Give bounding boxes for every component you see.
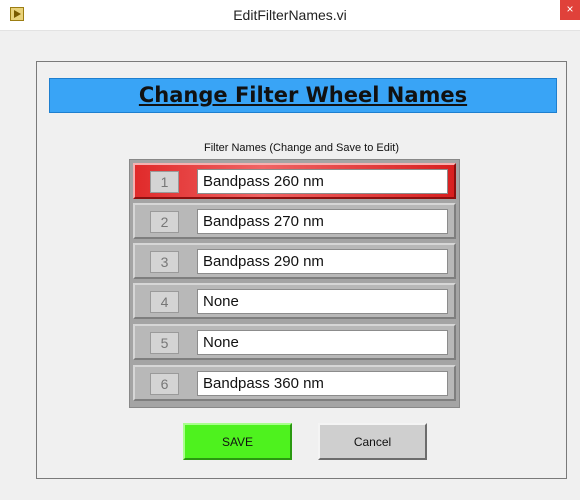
close-button[interactable]: × xyxy=(560,0,580,20)
row-index: 5 xyxy=(150,332,179,354)
dialog-panel: Change Filter Wheel Names Filter Names (… xyxy=(36,61,567,479)
row-index: 4 xyxy=(150,291,179,313)
filter-name-field-6[interactable]: Bandpass 360 nm xyxy=(197,371,448,396)
filter-list-label: Filter Names (Change and Save to Edit) xyxy=(203,142,400,154)
filter-row-1[interactable]: 1 Bandpass 260 nm xyxy=(133,163,456,199)
filter-row-6[interactable]: 6 Bandpass 360 nm xyxy=(133,365,456,401)
filter-row-2[interactable]: 2 Bandpass 270 nm xyxy=(133,203,456,239)
filter-names-list: 1 Bandpass 260 nm 2 Bandpass 270 nm 3 Ba… xyxy=(129,159,460,408)
title-bar: EditFilterNames.vi × xyxy=(0,0,580,31)
filter-row-5[interactable]: 5 None xyxy=(133,324,456,360)
row-index: 3 xyxy=(150,251,179,273)
page-title: Change Filter Wheel Names xyxy=(138,83,468,107)
row-index: 1 xyxy=(150,171,179,193)
filter-name-field-1[interactable]: Bandpass 260 nm xyxy=(197,169,448,194)
row-index: 6 xyxy=(150,373,179,395)
row-index: 2 xyxy=(150,211,179,233)
filter-name-field-3[interactable]: Bandpass 290 nm xyxy=(197,249,448,274)
filter-row-3[interactable]: 3 Bandpass 290 nm xyxy=(133,243,456,279)
filter-name-field-4[interactable]: None xyxy=(197,289,448,314)
window-title: EditFilterNames.vi xyxy=(233,7,347,23)
filter-row-4[interactable]: 4 None xyxy=(133,283,456,319)
save-button[interactable]: SAVE xyxy=(183,423,292,460)
filter-name-field-5[interactable]: None xyxy=(197,330,448,355)
header-banner: Change Filter Wheel Names xyxy=(49,78,557,113)
filter-name-field-2[interactable]: Bandpass 270 nm xyxy=(197,209,448,234)
cancel-button[interactable]: Cancel xyxy=(318,423,427,460)
